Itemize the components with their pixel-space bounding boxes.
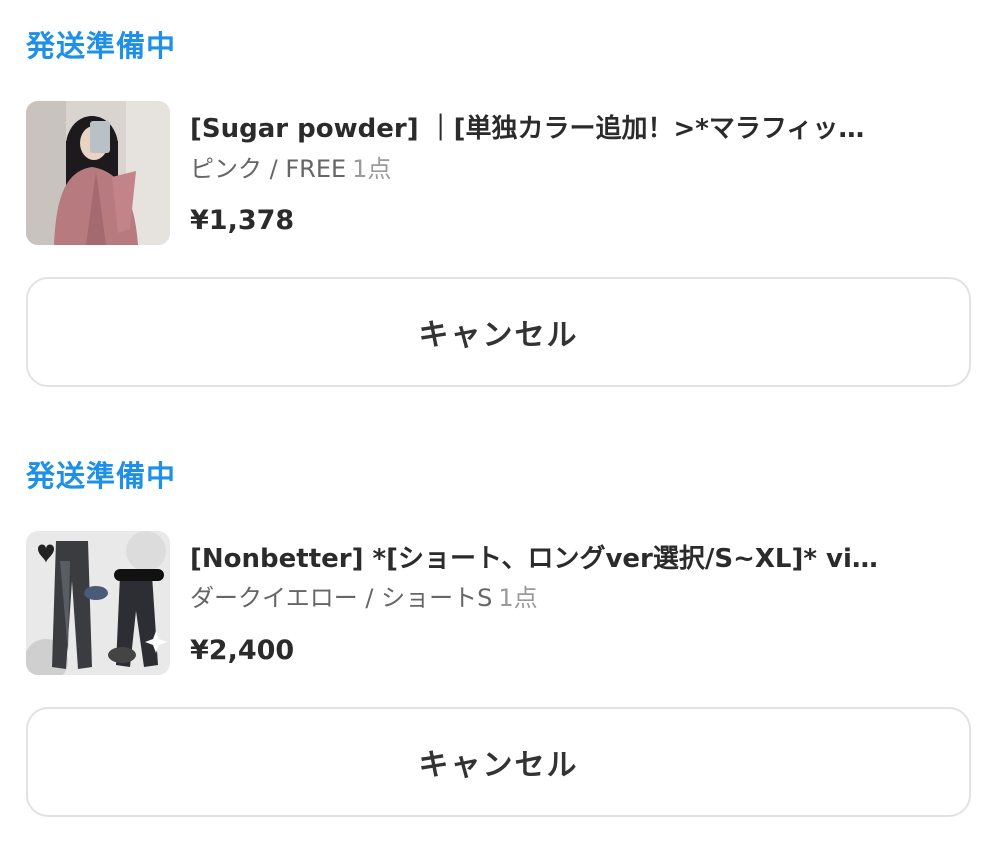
- quantity-label: 1点: [352, 155, 392, 183]
- product-image: [26, 101, 170, 245]
- product-variant: ダークイエロー / ショートS 1点: [190, 582, 538, 614]
- product-thumbnail[interactable]: [26, 101, 170, 245]
- cancel-button[interactable]: キャンセル: [26, 277, 971, 387]
- order-status: 発送準備中: [26, 459, 177, 493]
- product-thumbnail[interactable]: [26, 531, 170, 675]
- cancel-button[interactable]: キャンセル: [26, 707, 971, 817]
- variant-label: ピンク / FREE: [190, 155, 347, 183]
- product-price: ¥1,378: [190, 205, 295, 236]
- product-price: ¥2,400: [190, 635, 295, 666]
- order-status: 発送準備中: [26, 29, 177, 63]
- quantity-label: 1点: [498, 584, 538, 612]
- product-title[interactable]: [Sugar powder] ｜[単独カラー追加！>*マラフィッ…: [190, 112, 960, 146]
- product-image: [26, 531, 170, 675]
- product-title[interactable]: [Nonbetter] *[ショート、ロングver選択/S~XL]* vi…: [190, 542, 960, 576]
- product-variant: ピンク / FREE 1点: [190, 153, 391, 185]
- variant-label: ダークイエロー / ショートS: [190, 584, 493, 612]
